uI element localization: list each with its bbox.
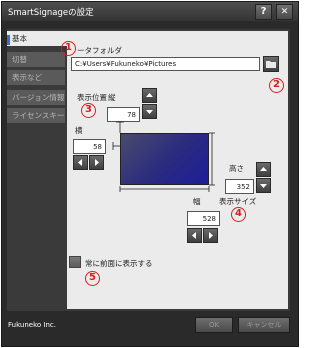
- display-preview: [120, 133, 209, 185]
- cancel-button[interactable]: キャンセル: [238, 317, 290, 333]
- company-name: Fukuneko Inc.: [8, 321, 56, 329]
- arrow-up-icon: [260, 167, 267, 171]
- height-field[interactable]: 352: [225, 179, 254, 194]
- arrow-right-icon: [209, 232, 213, 239]
- always-on-top-label[interactable]: 常に前面に表示する: [85, 258, 153, 269]
- always-on-top-checkbox[interactable]: [69, 256, 81, 268]
- height-up-button[interactable]: [256, 162, 271, 177]
- arrow-left-icon: [192, 232, 196, 239]
- height-down-button[interactable]: [256, 178, 271, 193]
- width-left-button[interactable]: [187, 228, 202, 243]
- ok-button[interactable]: OK: [195, 317, 233, 333]
- annotation-badge-4: 4: [231, 207, 246, 222]
- height-label: 高さ: [229, 164, 244, 173]
- width-label: 幅: [193, 197, 201, 206]
- arrow-down-icon: [260, 184, 267, 188]
- display-size-label: 表示サイズ: [219, 197, 257, 206]
- width-right-button[interactable]: [203, 228, 218, 243]
- width-field[interactable]: 528: [187, 211, 220, 226]
- annotation-badge-5: 5: [85, 271, 100, 286]
